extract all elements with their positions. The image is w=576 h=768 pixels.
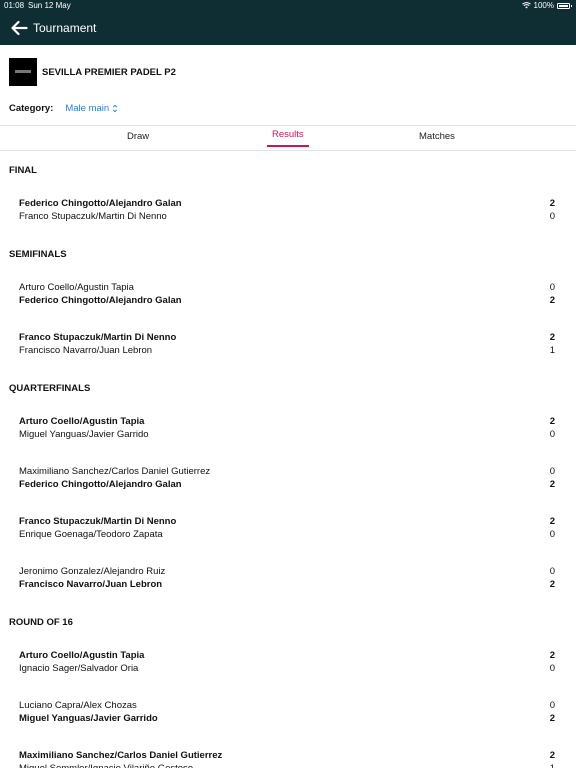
category-label: Category: <box>9 103 54 114</box>
tournament-logo <box>9 58 37 86</box>
back-arrow-icon[interactable] <box>10 20 28 36</box>
team-name: Federico Chingotto/Alejandro Galan <box>19 479 182 490</box>
category-value: Male main <box>65 103 110 114</box>
section-title: FINAL <box>9 165 37 176</box>
team-score: 0 <box>549 466 555 477</box>
team-score: 2 <box>549 198 555 209</box>
team-name: Miguel Semmler/Ignacio Vilariño Gestoso <box>19 763 193 768</box>
team-score: 2 <box>549 416 555 427</box>
team-score: 2 <box>549 713 555 724</box>
category-select[interactable]: Male main <box>65 103 118 114</box>
team-score: 0 <box>549 566 555 577</box>
team-score: 1 <box>549 345 555 356</box>
team-score: 2 <box>549 750 555 761</box>
category-row: Category: Male main <box>9 103 118 114</box>
team-score: 0 <box>549 700 555 711</box>
tab-matches[interactable]: Matches <box>419 131 455 142</box>
battery-icon <box>557 2 572 9</box>
team-name: Federico Chingotto/Alejandro Galan <box>19 198 182 209</box>
team-score: 0 <box>549 211 555 222</box>
team-name: Franco Stupaczuk/Martin Di Nenno <box>19 516 177 527</box>
battery-percent: 100% <box>533 1 554 10</box>
team-name: Miguel Yanguas/Javier Garrido <box>19 429 149 440</box>
tournament-header: SEVILLA PREMIER PADEL P2 <box>0 45 576 95</box>
team-name: Francisco Navarro/Juan Lebron <box>19 579 163 590</box>
section-title: SEMIFINALS <box>9 249 67 260</box>
team-name: Federico Chingotto/Alejandro Galan <box>19 295 182 306</box>
team-score: 1 <box>550 763 555 768</box>
team-score: 0 <box>549 663 555 674</box>
status-date: Sun 12 May <box>28 1 71 10</box>
team-name: Arturo Coello/Agustin Tapia <box>19 650 145 661</box>
team-score: 2 <box>549 579 555 590</box>
tournament-name: SEVILLA PREMIER PADEL P2 <box>42 67 176 78</box>
section-title: QUARTERFINALS <box>9 383 91 394</box>
team-name: Arturo Coello/Agustin Tapia <box>19 416 145 427</box>
team-name: Maximiliano Sanchez/Carlos Daniel Gutier… <box>19 466 211 477</box>
team-name: Franco Stupaczuk/Martin Di Nenno <box>19 332 177 343</box>
team-score: 2 <box>549 516 555 527</box>
team-score: 0 <box>549 429 555 440</box>
team-name: Arturo Coello/Agustin Tapia <box>19 282 134 293</box>
section-title: ROUND OF 16 <box>9 617 73 628</box>
status-bar: 01:08 Sun 12 May 100% <box>0 0 576 12</box>
team-score: 2 <box>549 295 555 306</box>
team-name: Jeronimo Gonzalez/Alejandro Ruiz <box>19 566 166 577</box>
page-title: Tournament <box>33 21 97 35</box>
chevron-up-down-icon <box>113 104 118 113</box>
team-name: Francisco Navarro/Juan Lebron <box>19 345 153 356</box>
team-name: Luciano Capra/Alex Chozas <box>19 700 137 711</box>
team-score: 0 <box>549 282 555 293</box>
tab-draw[interactable]: Draw <box>127 131 149 142</box>
team-name: Maximiliano Sanchez/Carlos Daniel Gutier… <box>19 750 223 761</box>
tab-results[interactable]: Results <box>272 129 304 140</box>
team-score: 2 <box>549 479 555 490</box>
team-score: 2 <box>549 332 555 343</box>
team-score: 2 <box>549 650 555 661</box>
team-name: Ignacio Sager/Salvador Oria <box>19 663 139 674</box>
nav-bar: Tournament <box>0 12 576 45</box>
team-name: Enrique Goenaga/Teodoro Zapata <box>19 529 163 540</box>
logo-mark <box>15 70 31 73</box>
team-name: Franco Stupaczuk/Martin Di Nenno <box>19 211 167 222</box>
team-score: 0 <box>549 529 555 540</box>
status-right: 100% <box>521 1 572 10</box>
tab-bar: Draw Results Matches <box>0 125 576 151</box>
active-tab-indicator <box>267 145 309 147</box>
status-time: 01:08 <box>4 1 25 10</box>
wifi-icon <box>521 2 531 9</box>
team-name: Miguel Yanguas/Javier Garrido <box>19 713 158 724</box>
